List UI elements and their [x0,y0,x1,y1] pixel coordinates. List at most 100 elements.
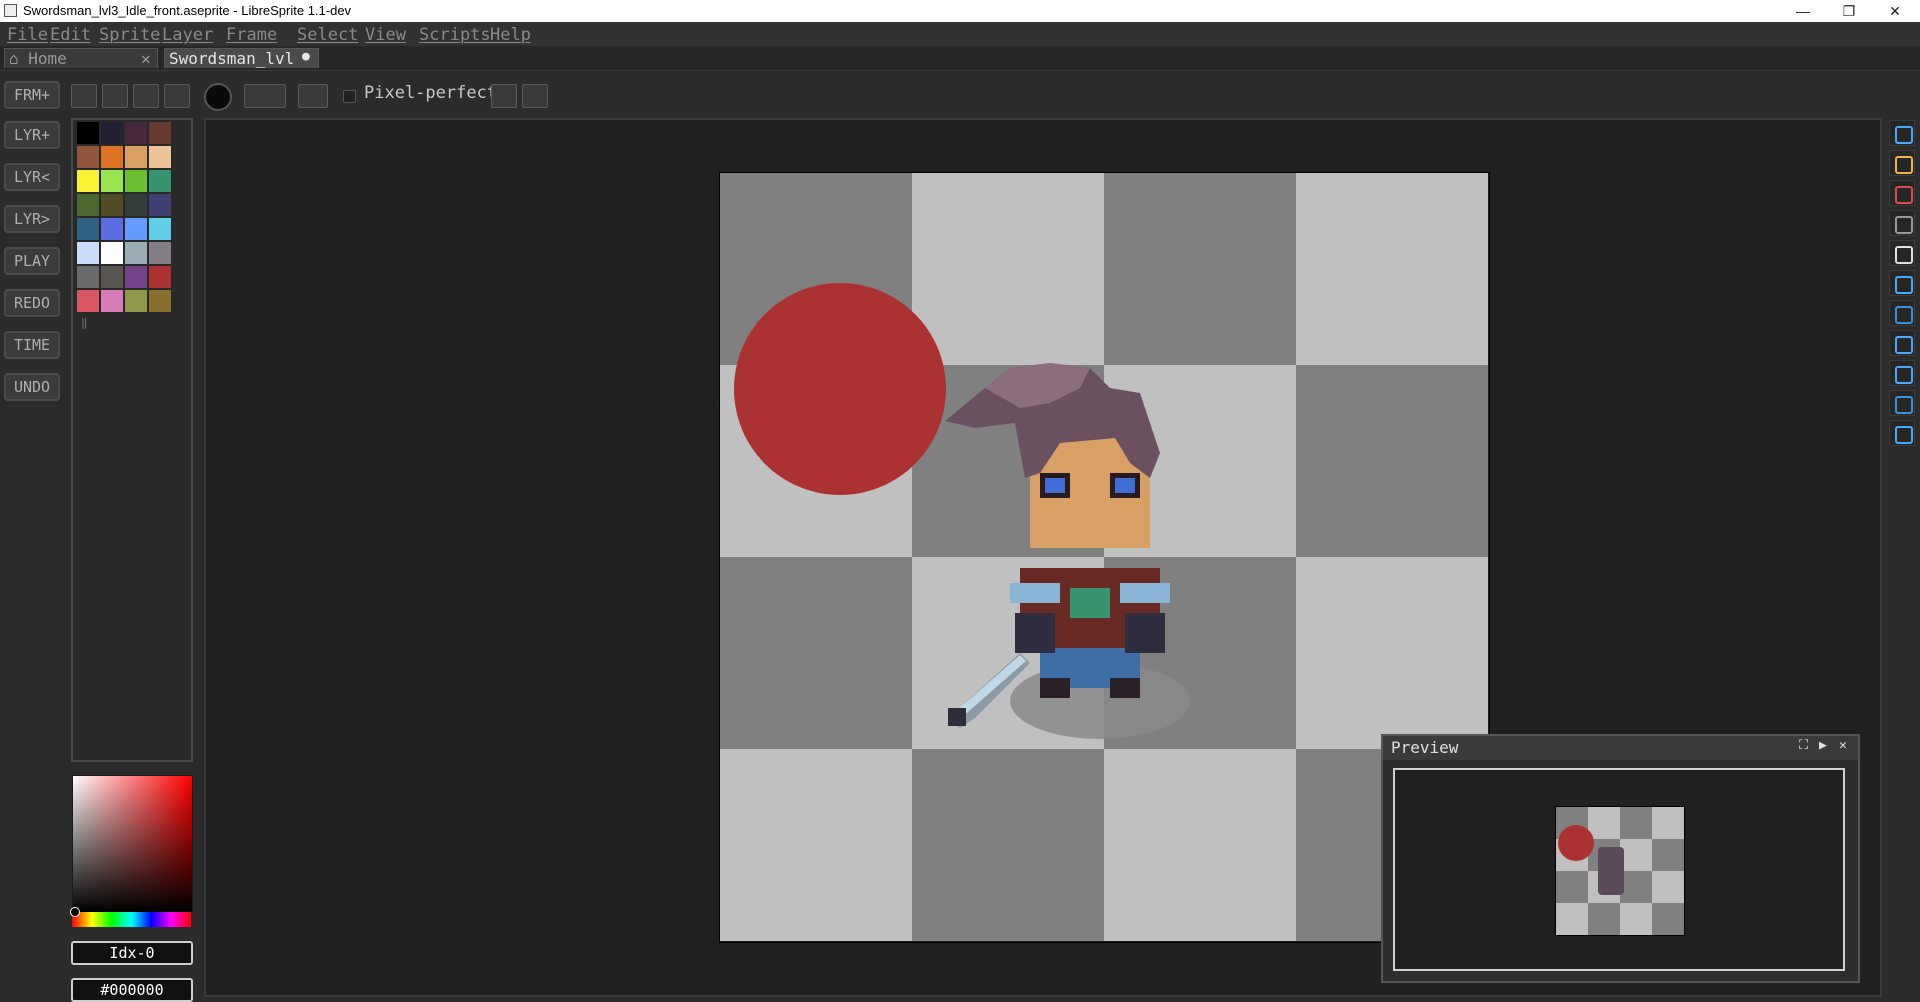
frame-add-button[interactable]: FRM+ [4,81,60,109]
palette-swatch[interactable] [125,170,147,192]
menu-edit[interactable]: Edit [50,25,91,45]
close-icon[interactable]: ✕ [1839,738,1847,753]
play-icon[interactable]: ▶ [1819,738,1827,753]
palette-swatch[interactable] [101,194,123,216]
color-saturation-value-picker[interactable] [72,775,193,913]
menu-sprite[interactable]: Sprite [99,25,160,45]
palette-swatch[interactable] [101,146,123,168]
palette-swatch[interactable] [149,122,171,144]
preview-window[interactable]: Preview ⛶ ▶ ✕ [1381,734,1860,983]
palette-swatch[interactable] [149,194,171,216]
paint-bucket-icon[interactable] [1889,300,1915,326]
pixel-perfect-checkbox[interactable] [343,90,356,103]
layer-next-button[interactable]: LYR> [4,205,60,233]
home-icon: ⌂ [9,49,19,68]
palette-swatch[interactable] [125,218,147,240]
opacity-icon[interactable] [298,84,328,108]
red-circle-layer [734,283,946,495]
zoom-icon[interactable] [1889,240,1915,266]
menu-select[interactable]: Select [297,25,358,45]
preview-red-circle [1558,825,1594,861]
move-icon[interactable] [1889,270,1915,296]
palette-swatch[interactable] [125,290,147,312]
preview-title: Preview [1391,738,1459,757]
menu-frame[interactable]: Frame [226,25,277,45]
palette-swatch[interactable] [149,242,171,264]
layer-prev-button[interactable]: LYR< [4,163,60,191]
brush-size-icon[interactable] [204,83,232,111]
brush-type-square-icon[interactable] [133,84,159,108]
eraser-icon[interactable] [1889,180,1915,206]
menu-help[interactable]: Help [490,25,531,45]
sprite-canvas[interactable] [719,172,1490,943]
eyedropper-icon[interactable] [1889,210,1915,236]
brush-type-circle-icon[interactable] [71,84,97,108]
palette-swatch[interactable] [77,242,99,264]
palette-swatch[interactable] [125,266,147,288]
preview-viewport [1393,768,1845,971]
palette-swatch[interactable] [77,290,99,312]
menu-scripts[interactable]: Scripts [419,25,491,45]
preview-header[interactable]: Preview ⛶ ▶ ✕ [1383,736,1858,760]
hex-color-field[interactable]: #000000 [71,978,193,1002]
tab-sprite-file[interactable]: Swordsman_lvl ● [164,48,319,68]
line-icon[interactable] [1889,330,1915,356]
tab-home-label: Home [28,49,67,68]
menu-bar: File Edit Sprite Layer Frame Select View… [0,22,1920,46]
blur-icon[interactable] [1889,420,1915,446]
palette-swatch[interactable] [149,218,171,240]
palette-index-field[interactable]: Idx-0 [71,941,193,965]
palette-swatch[interactable] [77,122,99,144]
palette-swatch[interactable] [149,170,171,192]
palette-resize-handle[interactable]: ‖ [81,316,88,329]
timeline-button[interactable]: TIME [4,331,60,359]
pencil-icon[interactable] [1889,150,1915,176]
palette-swatch[interactable] [149,290,171,312]
brush-type-line-icon[interactable] [164,84,190,108]
close-window-button[interactable]: ✕ [1872,0,1918,22]
palette-swatch[interactable] [77,266,99,288]
checker-cell [1652,871,1684,903]
palette-swatch[interactable] [125,194,147,216]
ink-type-icon[interactable] [244,84,286,108]
marquee-icon-glyph [1895,126,1913,144]
minimize-button[interactable]: — [1780,0,1826,22]
menu-view[interactable]: View [365,25,406,45]
app-icon [4,4,17,17]
palette-swatch[interactable] [125,242,147,264]
lasso-icon[interactable] [1889,390,1915,416]
palette-swatch[interactable] [101,122,123,144]
undo-button[interactable]: UNDO [4,373,60,401]
color-picker-cursor[interactable] [70,907,80,917]
palette-swatch[interactable] [77,170,99,192]
palette-swatch[interactable] [101,266,123,288]
palette-swatch[interactable] [101,242,123,264]
palette-swatch[interactable] [77,146,99,168]
layer-add-button[interactable]: LYR+ [4,121,60,149]
checker-cell [1620,807,1652,839]
transform-options-icon[interactable] [522,84,548,108]
palette-swatch[interactable] [149,266,171,288]
play-button[interactable]: PLAY [4,247,60,275]
tab-close-icon[interactable]: ✕ [141,49,151,68]
maximize-button[interactable]: ❐ [1826,0,1872,22]
rotation-pivot-icon[interactable] [491,84,517,108]
palette-swatch[interactable] [101,218,123,240]
redo-button[interactable]: REDO [4,289,60,317]
hue-slider[interactable] [72,912,191,927]
rectangle-icon[interactable] [1889,360,1915,386]
palette-swatch[interactable] [125,146,147,168]
palette-swatch[interactable] [149,146,171,168]
palette-swatch[interactable] [101,170,123,192]
marquee-icon[interactable] [1889,120,1915,146]
tab-home[interactable]: ⌂ Home ✕ [4,48,158,68]
menu-file[interactable]: File [7,25,48,45]
expand-icon[interactable]: ⛶ [1799,738,1808,753]
palette-swatch[interactable] [77,194,99,216]
menu-layer[interactable]: Layer [162,25,213,45]
palette-swatch[interactable] [101,290,123,312]
palette-swatch[interactable] [77,218,99,240]
brush-down-icon[interactable] [102,84,128,108]
pencil-icon-glyph [1895,156,1913,174]
palette-swatch[interactable] [125,122,147,144]
